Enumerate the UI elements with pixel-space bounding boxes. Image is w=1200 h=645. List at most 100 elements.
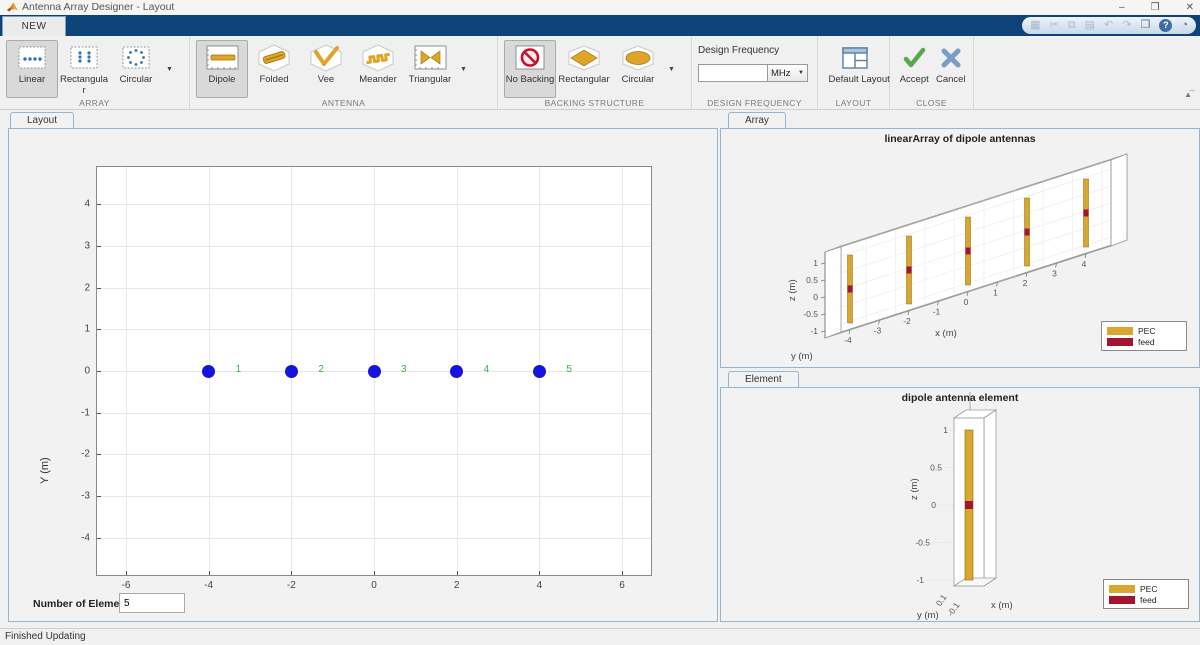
- array-element-marker[interactable]: [533, 365, 546, 378]
- pec-swatch: [1107, 327, 1133, 335]
- y-tick-label: 0: [84, 366, 90, 377]
- x-tick-label: 3: [1052, 268, 1057, 278]
- feed-swatch: [1107, 338, 1133, 346]
- z-tick-label: -1: [810, 326, 818, 336]
- grid-line: [97, 288, 651, 289]
- help-icon[interactable]: ?: [1159, 19, 1172, 32]
- close-button[interactable]: ✕: [1186, 2, 1194, 13]
- section-label-design-frequency: DESIGN FREQUENCY: [692, 98, 817, 108]
- collapse-toolstrip-button[interactable]: ▲̅: [1184, 90, 1192, 99]
- window-layout-icon[interactable]: ❒: [1140, 17, 1150, 34]
- y-axis-label: Y (m): [39, 457, 51, 484]
- circular-backing-icon: [620, 44, 656, 72]
- array-zlabel: z (m): [787, 279, 798, 301]
- default-layout-button[interactable]: Default Layout: [824, 40, 885, 98]
- element-number-label: 1: [236, 364, 242, 375]
- array-element-marker[interactable]: [368, 365, 381, 378]
- status-bar: Finished Updating: [0, 628, 1200, 645]
- grid-line: [97, 246, 651, 247]
- array-xlabel: x (m): [935, 328, 957, 339]
- triangular-antenna-button[interactable]: Triangular: [404, 40, 456, 98]
- y-tick: [97, 413, 101, 414]
- z-tick-label: -0.5: [803, 309, 818, 319]
- tab-array[interactable]: Array: [728, 112, 786, 129]
- x-tick-label: -1: [933, 306, 941, 316]
- minimize-button[interactable]: –: [1119, 2, 1125, 13]
- x-tick-label: 4: [1082, 259, 1087, 269]
- layout-plot-canvas[interactable]: -6-4-2024643210-1-2-3-412345: [96, 166, 652, 576]
- array-element-marker[interactable]: [202, 365, 215, 378]
- default-layout-icon: [842, 44, 868, 72]
- x-tick: [374, 571, 375, 575]
- grid-line: [97, 329, 651, 330]
- section-label-array: ARRAY: [0, 98, 189, 108]
- paste-icon: ▤: [1085, 17, 1095, 34]
- matlab-logo-icon: [6, 1, 19, 14]
- grid-line: [97, 538, 651, 539]
- copy-icon: ⧉: [1068, 17, 1076, 34]
- folded-dipole-icon: [256, 44, 292, 72]
- x-tick-label: -2: [903, 316, 911, 326]
- z-tick-label: 0.5: [930, 463, 942, 473]
- backing-gallery-dropdown[interactable]: ▼: [664, 40, 679, 98]
- no-backing-icon: [513, 44, 547, 72]
- x-tick-label: -4: [844, 335, 852, 345]
- x-tick: [622, 571, 623, 575]
- no-backing-button[interactable]: No Backing: [504, 40, 556, 98]
- meander-antenna-button[interactable]: Meander: [352, 40, 404, 98]
- element-xlabel: x (m): [991, 600, 1013, 611]
- title-bar: Antenna Array Designer - Layout – ❐ ✕: [0, 0, 1200, 15]
- tab-layout[interactable]: Layout: [10, 112, 74, 129]
- dipole-antenna-button[interactable]: Dipole: [196, 40, 248, 98]
- cancel-x-icon: [939, 44, 963, 72]
- frequency-unit-dropdown[interactable]: MHz ▼: [768, 64, 808, 82]
- folded-antenna-button[interactable]: Folded: [248, 40, 300, 98]
- rectangular-backing-button[interactable]: Rectangular: [556, 40, 612, 98]
- quick-access-toolbar: ▦ ✂ ⧉ ▤ ↶ ↷ ❒ ? ◔: [1022, 17, 1196, 34]
- redo-icon: ↷: [1122, 17, 1131, 34]
- z-tick-label: 0: [931, 500, 936, 510]
- accept-button[interactable]: Accept: [896, 40, 933, 98]
- x-tick: [457, 571, 458, 575]
- y-tick: [97, 538, 101, 539]
- y-tick-label: -2: [81, 449, 90, 460]
- section-close: Accept Cancel CLOSE: [890, 36, 974, 109]
- accept-check-icon: [902, 44, 926, 72]
- vee-antenna-button[interactable]: Vee: [300, 40, 352, 98]
- x-tick-label: 2: [454, 580, 460, 591]
- section-array: Linear Rectangular: [0, 36, 190, 109]
- linear-array-button[interactable]: Linear: [6, 40, 58, 98]
- grid-line: [97, 454, 651, 455]
- cancel-button[interactable]: Cancel: [933, 40, 970, 98]
- more-options-icon[interactable]: ◔: [1181, 17, 1188, 34]
- circular-array-icon: [120, 44, 152, 72]
- array-element-marker[interactable]: [450, 365, 463, 378]
- cut-icon: ✂: [1050, 17, 1059, 34]
- restore-button[interactable]: ❐: [1151, 2, 1160, 13]
- section-backing-structure: No Backing Rectangular C: [498, 36, 692, 109]
- tab-element[interactable]: Element: [728, 371, 799, 388]
- chevron-down-icon: ▼: [798, 70, 804, 76]
- z-tick-label: 1: [813, 258, 818, 268]
- design-frequency-input[interactable]: [698, 64, 768, 82]
- element-panel: dipole antenna element 10.50-0.5-10.1-0.…: [720, 387, 1200, 622]
- design-frequency-label: Design Frequency: [698, 45, 779, 56]
- x-tick-label: -4: [204, 580, 213, 591]
- y-tick-label: -4: [81, 532, 90, 543]
- element-zlabel: z (m): [909, 478, 920, 500]
- x-tick-label: 6: [619, 580, 625, 591]
- x-tick: [126, 571, 127, 575]
- circular-array-button[interactable]: Circular: [110, 40, 162, 98]
- number-of-elements-input[interactable]: [119, 593, 185, 613]
- array-element-marker[interactable]: [285, 365, 298, 378]
- antenna-gallery-dropdown[interactable]: ▼: [456, 40, 471, 98]
- tab-new[interactable]: NEW: [2, 16, 66, 36]
- z-tick-label: -1: [916, 575, 924, 585]
- section-label-backing: BACKING STRUCTURE: [498, 98, 691, 108]
- array-gallery-dropdown[interactable]: ▼: [162, 40, 177, 98]
- rectangular-array-button[interactable]: Rectangular: [58, 40, 110, 98]
- y-tick: [97, 288, 101, 289]
- rectangular-backing-icon: [566, 44, 602, 72]
- app-window: Antenna Array Designer - Layout – ❐ ✕ NE…: [0, 0, 1200, 645]
- circular-backing-button[interactable]: Circular: [612, 40, 664, 98]
